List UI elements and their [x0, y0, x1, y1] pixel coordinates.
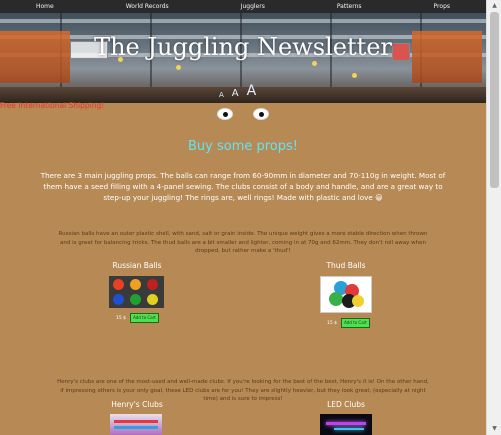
- promo-text: Free International Shipping!: [0, 101, 105, 110]
- page-viewport: Home World Records Jugglers Patterns Pro…: [0, 0, 486, 435]
- section-heading: Buy some props!: [187, 139, 298, 154]
- led-clubs-image: [320, 414, 372, 435]
- text-size-large-button[interactable]: A: [247, 83, 257, 99]
- thud-balls-add-to-cart-button[interactable]: Add to Cart: [341, 318, 370, 328]
- vertical-scrollbar[interactable]: ▲ ▼: [486, 0, 501, 435]
- scrollbar-thumb[interactable]: [490, 12, 499, 188]
- text-size-controls: A A A: [219, 83, 256, 99]
- left-eye-icon: [217, 108, 233, 120]
- scroll-down-icon[interactable]: ▼: [490, 425, 499, 433]
- googly-eyes: [217, 108, 269, 120]
- russian-balls-price: 15 $: [116, 316, 127, 321]
- russian-balls-image: [109, 276, 164, 308]
- site-title: The Juggling Newsletter: [94, 33, 392, 61]
- top-navbar: Home World Records Jugglers Patterns Pro…: [0, 0, 486, 13]
- nav-world-records[interactable]: World Records: [126, 3, 169, 10]
- nav-patterns[interactable]: Patterns: [337, 3, 362, 10]
- nav-props[interactable]: Props: [434, 3, 450, 10]
- nav-jugglers[interactable]: Jugglers: [241, 3, 265, 10]
- balls-description: Russian balls have an outer plastic shel…: [58, 231, 428, 254]
- intro-paragraph: There are 3 main juggling props. The bal…: [40, 171, 446, 202]
- russian-balls-add-to-cart-button[interactable]: Add to Cart: [130, 313, 159, 323]
- product-title-russian-balls: Russian Balls: [112, 261, 162, 270]
- thud-balls-image: [320, 276, 372, 313]
- text-size-small-button[interactable]: A: [219, 91, 224, 99]
- right-eye-icon: [253, 108, 269, 120]
- product-title-henrys-clubs: Henry's Clubs: [111, 400, 163, 409]
- henrys-clubs-image: [110, 414, 162, 435]
- thud-balls-price: 15 $: [327, 321, 338, 326]
- product-title-led-clubs: LED Clubs: [327, 400, 365, 409]
- text-size-medium-button[interactable]: A: [232, 88, 239, 99]
- scroll-up-icon[interactable]: ▲: [490, 2, 499, 10]
- nav-home[interactable]: Home: [36, 3, 54, 10]
- product-title-thud-balls: Thud Balls: [326, 261, 366, 270]
